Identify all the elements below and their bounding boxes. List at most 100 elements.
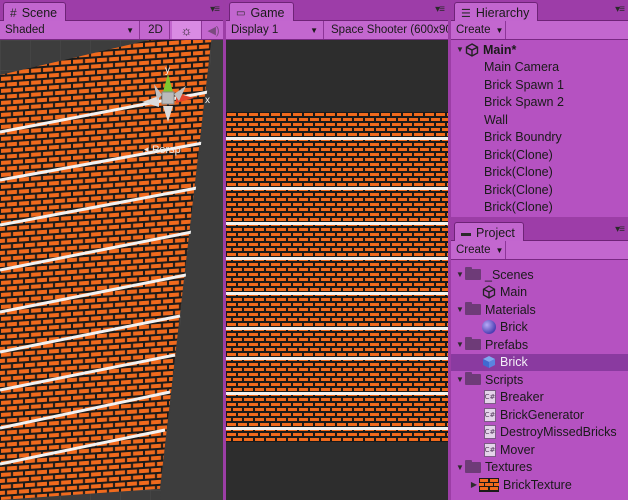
scene-lighting-toggle[interactable]: ☼	[172, 21, 202, 39]
chevron-down-icon: ▼	[495, 25, 504, 35]
panel-menu-icon[interactable]: ▾≡	[435, 4, 445, 15]
hierarchy-tree: ▼ Main* Main Camera Brick Spawn 1 Brick …	[451, 40, 628, 216]
prefab-cube-icon	[483, 356, 495, 369]
project-asset[interactable]: C# DestroyMissedBricks	[451, 424, 628, 442]
expand-arrow-icon[interactable]: ▼	[455, 375, 465, 384]
tab-scene[interactable]: # Scene	[3, 2, 67, 21]
project-item-label: Materials	[485, 302, 536, 317]
csharp-script-icon: C#	[484, 425, 496, 440]
project-item-label: BrickGenerator	[500, 407, 585, 422]
project-asset[interactable]: C# Breaker	[451, 389, 628, 407]
hierarchy-item[interactable]: Brick Spawn 1	[451, 76, 628, 94]
csharp-script-icon: C#	[484, 390, 496, 405]
create-label: Create	[456, 244, 491, 256]
texture-thumbnail-icon	[479, 477, 499, 492]
persp-icon: ◂	[144, 145, 149, 155]
chevron-down-icon: ▼	[310, 25, 318, 35]
project-item-label: _Scenes	[485, 267, 534, 282]
display-dropdown[interactable]: Display 1 ▼	[226, 21, 324, 39]
project-folder[interactable]: ▼ Scripts	[451, 371, 628, 389]
hierarchy-item-label: Main Camera	[484, 60, 560, 75]
hierarchy-item-label: Brick Spawn 2	[484, 95, 564, 110]
game-view-canvas[interactable]	[226, 40, 448, 500]
game-viewport[interactable]	[226, 40, 448, 500]
project-item-label: Prefabs	[485, 337, 529, 352]
panel-menu-icon[interactable]: ▾≡	[615, 4, 625, 15]
project-asset[interactable]: ▶ BrickTexture	[451, 476, 628, 494]
hierarchy-item[interactable]: Brick(Clone)	[451, 181, 628, 199]
hierarchy-item[interactable]: Brick(Clone)	[451, 146, 628, 164]
project-asset[interactable]: C# Mover	[451, 441, 628, 459]
project-item-label: Textures	[485, 460, 533, 475]
project-create-button[interactable]: Create ▼	[451, 241, 506, 259]
panel-menu-icon[interactable]: ▾≡	[615, 224, 625, 235]
project-tab-label: Project	[476, 226, 515, 240]
project-item-label: Breaker	[500, 390, 544, 405]
hierarchy-item-label: Brick(Clone)	[484, 182, 553, 197]
scene-viewport[interactable]: y x Persp ◂	[0, 40, 223, 500]
hierarchy-panel: ☰ Hierarchy ▾≡ Create ▼ ▼ Main* Main Cam…	[451, 0, 628, 217]
tab-project[interactable]: ▬ Project	[454, 222, 524, 241]
hierarchy-item-label: Brick(Clone)	[484, 165, 553, 180]
display-label: Display 1	[231, 24, 279, 36]
unity-scene-icon	[465, 42, 479, 57]
project-folder[interactable]: ▼ Prefabs	[451, 336, 628, 354]
tab-game[interactable]: ▭ Game	[229, 2, 294, 21]
expand-arrow-icon[interactable]: ▼	[455, 45, 465, 54]
shading-mode-dropdown[interactable]: Shaded ▼	[0, 21, 140, 39]
aspect-dropdown[interactable]: Space Shooter (600x90	[326, 21, 448, 39]
project-asset[interactable]: Main	[451, 284, 628, 302]
project-folder[interactable]: ▼ Materials	[451, 301, 628, 319]
hierarchy-item-label: Brick Boundry	[484, 130, 562, 145]
hierarchy-tab-label: Hierarchy	[475, 6, 530, 20]
persp-label[interactable]: Persp	[152, 144, 181, 156]
hierarchy-item[interactable]: Brick(Clone)	[451, 199, 628, 217]
project-item-label: Scripts	[485, 372, 524, 387]
scene-toolbar: Shaded ▼ 2D ☼ ◀)	[0, 21, 223, 40]
shading-mode-label: Shaded	[5, 24, 45, 36]
project-asset-selected[interactable]: Brick	[451, 353, 628, 371]
project-folder[interactable]: ▼ Textures	[451, 459, 628, 477]
expand-arrow-icon[interactable]: ▼	[455, 340, 465, 349]
expand-arrow-icon[interactable]: ▶	[469, 480, 479, 489]
aspect-label: Space Shooter (600x90	[331, 24, 448, 36]
project-asset[interactable]: Brick	[451, 319, 628, 337]
expand-arrow-icon[interactable]: ▼	[455, 305, 465, 314]
scene-view-canvas[interactable]: y x Persp ◂	[0, 40, 223, 500]
game-tab-label: Game	[250, 6, 285, 20]
tab-hierarchy[interactable]: ☰ Hierarchy	[454, 2, 539, 21]
folder-icon: ▬	[461, 227, 471, 239]
project-item-label: DestroyMissedBricks	[500, 425, 617, 440]
hierarchy-item-label: Brick(Clone)	[484, 147, 553, 162]
scene-audio-toggle[interactable]: ◀)	[204, 21, 223, 39]
hierarchy-item[interactable]: Main Camera	[451, 59, 628, 77]
project-item-label: Brick	[500, 320, 528, 335]
project-item-label: Brick	[500, 355, 528, 370]
grid-icon: #	[10, 6, 17, 20]
hierarchy-create-button[interactable]: Create ▼	[451, 21, 506, 39]
project-folder[interactable]: ▼ _Scenes	[451, 266, 628, 284]
project-asset[interactable]: C# BrickGenerator	[451, 406, 628, 424]
hierarchy-item[interactable]: Brick Spawn 2	[451, 94, 628, 112]
game-panel: ▭ Game ▾≡ Display 1 ▼ Space Shooter (600…	[226, 0, 448, 500]
expand-arrow-icon[interactable]: ▼	[455, 463, 465, 472]
hierarchy-tabbar: ☰ Hierarchy ▾≡	[451, 0, 628, 21]
scene-brick-wall	[0, 40, 223, 500]
project-item-label: Main	[500, 285, 528, 300]
speaker-icon: ◀)	[207, 24, 220, 37]
expand-arrow-icon[interactable]: ▼	[455, 270, 465, 279]
scene-panel: # Scene ▾≡ Shaded ▼ 2D ☼ ◀) y x Persp ◂	[0, 0, 223, 500]
hierarchy-item[interactable]: Brick Boundry	[451, 129, 628, 147]
sun-icon: ☼	[180, 22, 193, 38]
2d-mode-label: 2D	[148, 24, 163, 36]
material-sphere-icon	[482, 320, 496, 335]
gizmo-x-label: x	[205, 95, 210, 106]
hierarchy-item-label: Brick(Clone)	[484, 200, 553, 215]
gizmo-y-label: y	[165, 65, 170, 76]
hierarchy-scene-root[interactable]: ▼ Main*	[451, 41, 628, 59]
panel-menu-icon[interactable]: ▾≡	[210, 4, 220, 15]
folder-icon	[465, 337, 481, 351]
2d-mode-toggle[interactable]: 2D	[142, 21, 170, 39]
hierarchy-item[interactable]: Brick(Clone)	[451, 164, 628, 182]
hierarchy-item[interactable]: Wall	[451, 111, 628, 129]
